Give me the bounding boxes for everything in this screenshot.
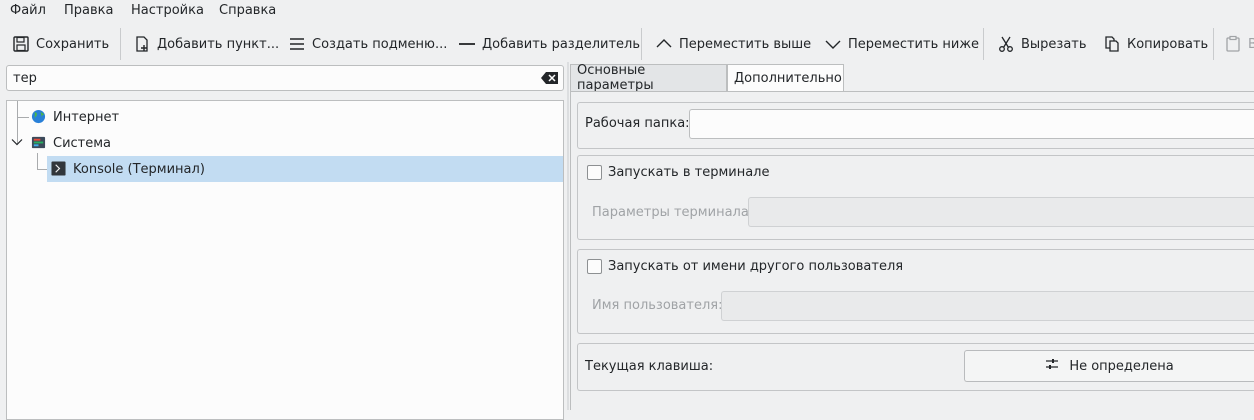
- menu-icon: [288, 35, 306, 53]
- menu-bar: Файл Правка Настройка Справка: [0, 0, 1254, 22]
- copy-label: Копировать: [1127, 36, 1209, 52]
- create-submenu-button[interactable]: Создать подменю...: [288, 30, 447, 58]
- system-icon: [31, 135, 46, 154]
- chevron-down-icon: [824, 35, 842, 53]
- tab-advanced[interactable]: Дополнительно: [727, 64, 844, 91]
- menu-settings[interactable]: Настройка: [131, 3, 204, 18]
- chevron-down-icon[interactable]: [11, 136, 23, 152]
- add-item-label: Добавить пункт...: [157, 36, 280, 52]
- copy-button[interactable]: Копировать: [1103, 30, 1208, 58]
- move-down-label: Переместить ниже: [848, 36, 980, 52]
- shortcut-value: Не определена: [1069, 358, 1174, 374]
- paste-button[interactable]: В: [1224, 30, 1254, 58]
- terminal-options-label: Параметры терминала:: [592, 205, 754, 220]
- add-separator-button[interactable]: Добавить разделитель: [458, 30, 640, 58]
- tree-item-label: Konsole (Терминал): [73, 161, 205, 177]
- scissors-icon: [997, 35, 1015, 53]
- save-button[interactable]: Сохранить: [12, 30, 109, 58]
- tree-item-konsole[interactable]: Konsole (Терминал): [47, 156, 563, 182]
- run-in-terminal-label[interactable]: Запускать в терминале: [608, 165, 769, 180]
- globe-icon: [31, 109, 46, 128]
- toolbar-separator: [983, 28, 984, 60]
- splitter-handle[interactable]: [567, 62, 569, 410]
- tree-item-internet[interactable]: Интернет: [7, 104, 563, 130]
- tree-item-label: Система: [53, 135, 112, 151]
- toolbar: Сохранить Добавить пункт... Создать подм…: [0, 26, 1254, 62]
- cut-button[interactable]: Вырезать: [997, 30, 1087, 58]
- toolbar-separator: [641, 28, 642, 60]
- tree-item-system[interactable]: Система: [7, 130, 563, 156]
- run-as-other-user-checkbox[interactable]: [587, 259, 602, 274]
- save-label: Сохранить: [36, 36, 110, 52]
- separator-icon: [458, 35, 476, 53]
- chevron-up-icon: [655, 35, 673, 53]
- shortcut-label: Текущая клавиша:: [585, 359, 714, 374]
- create-submenu-label: Создать подменю...: [312, 36, 448, 52]
- paste-label: В: [1248, 36, 1254, 52]
- menu-tree: Интернет Система Konsole (Терминал): [6, 100, 564, 420]
- menu-help[interactable]: Справка: [219, 3, 276, 18]
- tree-item-label: Интернет: [53, 109, 120, 125]
- paste-icon: [1224, 35, 1242, 53]
- tab-basic-parameters[interactable]: Основные параметры: [570, 63, 727, 93]
- search-field[interactable]: [6, 65, 564, 91]
- menu-file[interactable]: Файл: [10, 3, 46, 18]
- move-up-button[interactable]: Переместить выше: [655, 30, 811, 58]
- move-down-button[interactable]: Переместить ниже: [824, 30, 979, 58]
- terminal-icon: [51, 161, 66, 180]
- move-up-label: Переместить выше: [679, 36, 812, 52]
- save-icon: [12, 35, 30, 53]
- run-as-other-user-label[interactable]: Запускать от имени другого пользователя: [608, 259, 903, 274]
- work-dir-label: Рабочая папка:: [585, 116, 690, 131]
- toolbar-separator: [120, 28, 121, 60]
- username-field[interactable]: [721, 291, 1254, 321]
- configure-icon: [1045, 357, 1059, 375]
- work-dir-field[interactable]: [689, 109, 1254, 139]
- copy-icon: [1103, 35, 1121, 53]
- add-item-button[interactable]: Добавить пункт...: [133, 30, 279, 58]
- terminal-options-field[interactable]: [748, 197, 1254, 227]
- menu-edit[interactable]: Правка: [64, 3, 113, 18]
- add-separator-label: Добавить разделитель: [482, 36, 640, 52]
- shortcut-button[interactable]: Не определена: [964, 350, 1254, 382]
- search-input[interactable]: [13, 69, 533, 87]
- tree-connector: [37, 169, 47, 170]
- run-in-terminal-checkbox[interactable]: [587, 165, 602, 180]
- username-label: Имя пользователя:: [592, 298, 723, 313]
- new-document-icon: [133, 35, 151, 53]
- cut-label: Вырезать: [1021, 36, 1087, 52]
- clear-text-icon[interactable]: [541, 71, 559, 85]
- toolbar-separator: [1213, 28, 1214, 60]
